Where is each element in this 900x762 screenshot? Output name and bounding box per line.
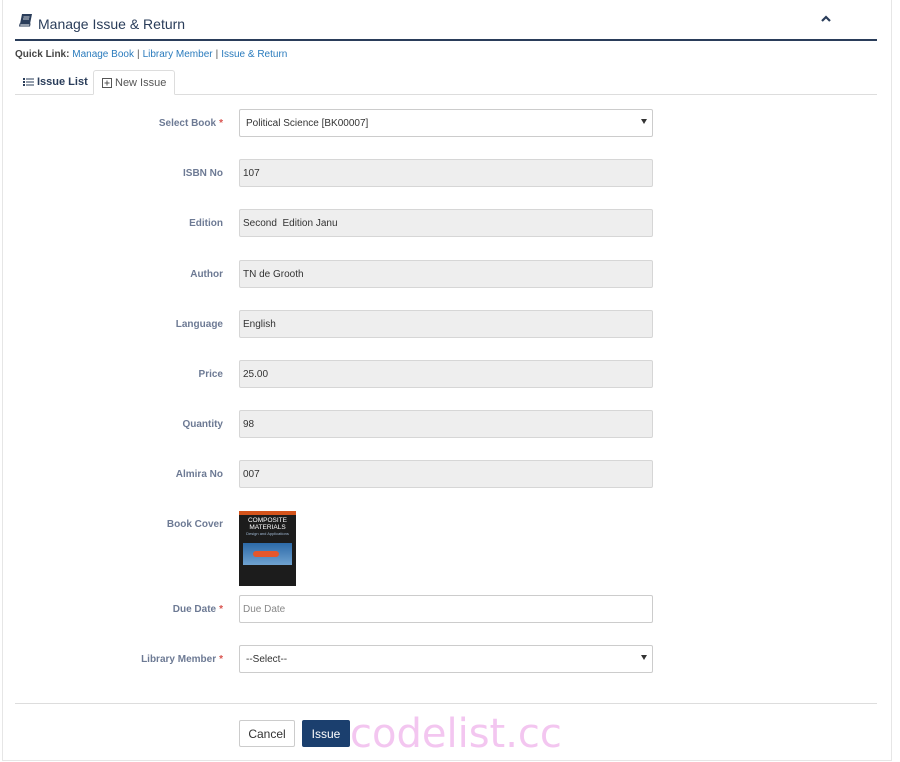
panel-header: Manage Issue & Return: [15, 0, 877, 41]
select-book-value: Political Science [BK00007]: [246, 118, 369, 129]
author-value: TN de Grooth: [243, 269, 304, 280]
page-title: Manage Issue & Return: [38, 16, 186, 32]
almira-label: Almira No: [175, 469, 223, 480]
isbn-label: ISBN No: [183, 168, 223, 179]
tab-issue-list[interactable]: Issue List: [15, 70, 96, 93]
row-isbn: ISBN No 107: [0, 159, 900, 187]
select-book-label: Select Book *: [158, 118, 223, 129]
quantity-field[interactable]: 98: [239, 410, 653, 438]
required-marker: *: [219, 118, 223, 129]
almira-value: 007: [243, 469, 260, 480]
isbn-field[interactable]: 107: [239, 159, 653, 187]
required-marker: *: [219, 604, 223, 615]
row-author: Author TN de Grooth: [0, 260, 900, 288]
language-value: English: [243, 319, 276, 330]
link-manage-book[interactable]: Manage Book: [72, 49, 134, 60]
watermark: codelist.cc: [350, 711, 562, 757]
dropdown-caret-icon: [641, 119, 647, 124]
cancel-button[interactable]: Cancel: [239, 720, 295, 747]
row-select-book: Select Book * Political Science [BK00007]: [0, 109, 900, 137]
list-icon: [23, 78, 34, 86]
quick-links: Quick Link: Manage Book | Library Member | I…: [15, 49, 287, 60]
library-member-label: Library Member *: [141, 654, 223, 665]
plus-square-icon: [102, 78, 112, 88]
required-marker: *: [219, 654, 223, 665]
row-price: Price 25.00: [0, 360, 900, 388]
due-date-placeholder: Due Date: [243, 604, 286, 615]
author-label: Author: [190, 269, 223, 280]
edition-label: Edition: [189, 218, 223, 229]
quick-link-label: Quick Link:: [15, 49, 70, 60]
link-separator: |: [136, 49, 140, 60]
due-date-label: Due Date *: [172, 604, 223, 615]
tab-bar: Issue List New Issue: [15, 70, 877, 95]
almira-field[interactable]: 007: [239, 460, 653, 488]
book-cover-label: Book Cover: [166, 519, 223, 530]
quantity-label: Quantity: [182, 419, 223, 430]
row-library-member: Library Member * --Select--: [0, 645, 900, 673]
isbn-value: 107: [243, 168, 260, 179]
row-quantity: Quantity 98: [0, 410, 900, 438]
issue-button[interactable]: Issue: [302, 720, 350, 747]
dropdown-caret-icon: [641, 655, 647, 660]
language-field[interactable]: English: [239, 310, 653, 338]
book-icon: [18, 14, 33, 30]
form-divider: [15, 703, 877, 704]
row-book-cover: Book Cover: [0, 510, 900, 538]
cover-subtitle: Design and Applications: [246, 531, 289, 536]
price-value: 25.00: [243, 369, 269, 380]
language-label: Language: [175, 319, 223, 330]
price-label: Price: [198, 369, 223, 380]
library-member-value: --Select--: [246, 654, 288, 665]
link-library-member[interactable]: Library Member: [143, 49, 213, 60]
tab-new-issue-label: New Issue: [115, 77, 167, 89]
row-due-date: Due Date * Due Date: [0, 595, 900, 623]
row-language: Language English: [0, 310, 900, 338]
link-issue-return[interactable]: Issue & Return: [221, 49, 287, 60]
book-cover-image: COMPOSITE MATERIALS Design and Applicati…: [239, 511, 296, 586]
tab-issue-list-label: Issue List: [37, 76, 88, 88]
quantity-value: 98: [243, 419, 255, 430]
select-book-dropdown[interactable]: Political Science [BK00007]: [239, 109, 653, 137]
edition-field[interactable]: Second Edition Janu: [239, 209, 653, 237]
edition-value: Second Edition Janu: [243, 218, 338, 229]
link-separator: |: [215, 49, 219, 60]
row-edition: Edition Second Edition Janu: [0, 209, 900, 237]
tab-new-issue[interactable]: New Issue: [93, 70, 176, 95]
library-member-dropdown[interactable]: --Select--: [239, 645, 653, 673]
due-date-input[interactable]: Due Date: [239, 595, 653, 623]
row-almira: Almira No 007: [0, 460, 900, 488]
cover-title: COMPOSITE MATERIALS: [247, 517, 287, 531]
collapse-chevron-icon[interactable]: [820, 14, 832, 27]
author-field[interactable]: TN de Grooth: [239, 260, 653, 288]
price-field[interactable]: 25.00: [239, 360, 653, 388]
